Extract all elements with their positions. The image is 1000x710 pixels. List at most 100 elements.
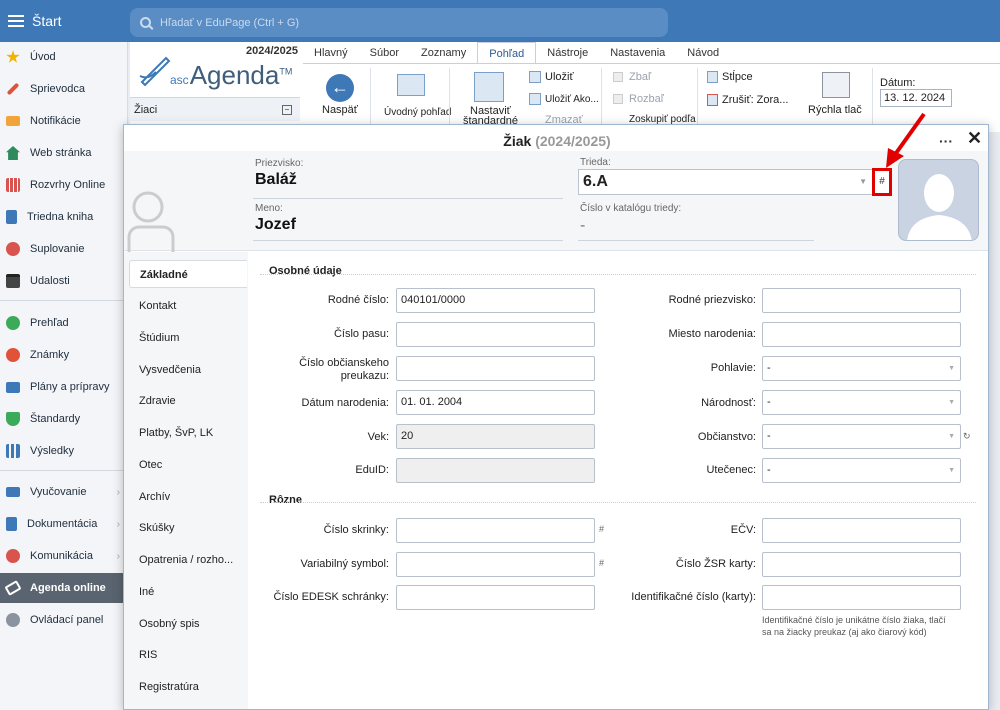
- sidebar-item-standardy[interactable]: Štandardy: [0, 404, 124, 434]
- tab-otec[interactable]: Otec: [129, 451, 247, 479]
- more-options-icon[interactable]: ···: [939, 133, 953, 149]
- name-value[interactable]: Jozef: [255, 216, 296, 234]
- refresh-icon[interactable]: ↻: [963, 431, 971, 442]
- search-placeholder: Hľadať v EduPage (Ctrl + G): [160, 16, 300, 29]
- ribbon-separator: [601, 68, 602, 126]
- sidebar-item-udalosti[interactable]: Udalosti: [0, 266, 124, 296]
- sidebar-item-vyucovanie[interactable]: Vyučovanie ›: [0, 477, 124, 507]
- sidebar-item-vysledky[interactable]: Výsledky: [0, 436, 124, 466]
- narodnost-select[interactable]: -: [762, 390, 961, 415]
- edesk-input[interactable]: [396, 585, 595, 610]
- tab-hlavny[interactable]: Hlavný: [303, 42, 359, 64]
- miesto-narodenia-input[interactable]: [762, 322, 961, 347]
- save-button[interactable]: Uložiť: [545, 71, 574, 83]
- expand-all-icon: [613, 94, 623, 104]
- tab-ris[interactable]: RIS: [129, 641, 247, 669]
- hash-icon[interactable]: #: [599, 524, 604, 534]
- logo-text: ascAgendaTM: [170, 60, 293, 90]
- name-underline: [253, 240, 563, 241]
- tab-skusky[interactable]: Skúšky: [129, 514, 247, 542]
- sidebar-item-ovladaci-panel[interactable]: Ovládací panel: [0, 605, 124, 635]
- collapse-button[interactable]: Zbaľ: [629, 71, 651, 83]
- gear-icon: [6, 613, 20, 627]
- tab-zakladne[interactable]: Základné: [129, 260, 247, 288]
- start-button[interactable]: Štart: [0, 0, 128, 42]
- tab-registratura[interactable]: Registratúra: [129, 673, 247, 701]
- expand-button[interactable]: Rozbaľ: [629, 93, 664, 105]
- ribbon-separator: [697, 68, 698, 126]
- sidebar-item-suplovanie[interactable]: Suplovanie: [0, 234, 124, 264]
- skrinka-input[interactable]: [396, 518, 595, 543]
- user-icon: [6, 242, 20, 256]
- variabilny-input[interactable]: [396, 552, 595, 577]
- rodne-priezvisko-input[interactable]: [762, 288, 961, 313]
- quick-print-button[interactable]: Rýchla tlač: [808, 104, 862, 116]
- tab-ine[interactable]: Iné: [129, 578, 247, 606]
- chevron-right-icon: ›: [116, 518, 120, 530]
- sidebar-item-web[interactable]: Web stránka: [0, 138, 124, 168]
- vek-input: 20: [396, 424, 595, 449]
- bars-icon: [6, 444, 20, 458]
- tab-zoznamy[interactable]: Zoznamy: [410, 42, 477, 64]
- utecenec-label: Utečenec:: [706, 464, 756, 476]
- home-view-button[interactable]: Úvodný pohľad: [384, 107, 451, 118]
- tab-opatrenia[interactable]: Opatrenia / rozho...: [129, 546, 247, 574]
- cislo-pasu-input[interactable]: [396, 322, 595, 347]
- back-arrow-icon[interactable]: ←: [326, 74, 354, 102]
- sidebar-item-komunikacia[interactable]: Komunikácia ›: [0, 541, 124, 571]
- class-number-button[interactable]: #: [872, 168, 892, 196]
- rodne-cislo-input[interactable]: 040101/0000: [396, 288, 595, 313]
- eduid-input: [396, 458, 595, 483]
- utecenec-select[interactable]: -: [762, 458, 961, 483]
- tab-zdravie[interactable]: Zdravie: [129, 387, 247, 415]
- sidebar-item-triedna-kniha[interactable]: Triedna kniha: [0, 202, 124, 232]
- sidebar-item-uvod[interactable]: Úvod: [0, 42, 124, 72]
- home-icon: [6, 146, 20, 160]
- ecv-input[interactable]: [762, 518, 961, 543]
- sidebar-item-notifikacie[interactable]: Notifikácie: [0, 106, 124, 136]
- class-select[interactable]: 6.A ▼: [578, 169, 874, 195]
- sidebar-item-agenda-online[interactable]: Agenda online: [0, 573, 124, 603]
- tab-kontakt[interactable]: Kontakt: [129, 292, 247, 320]
- sidebar-item-sprievodca[interactable]: Sprievodca: [0, 74, 124, 104]
- tab-subor[interactable]: Súbor: [359, 42, 410, 64]
- sidebar-item-prehlad[interactable]: Prehľad: [0, 308, 124, 338]
- close-icon[interactable]: ✕: [967, 128, 982, 149]
- tab-nastavenia[interactable]: Nastavenia: [599, 42, 676, 64]
- datum-narodenia-input[interactable]: 01. 01. 2004: [396, 390, 595, 415]
- save-as-button[interactable]: Uložiť Ako...: [545, 94, 599, 105]
- collapse-icon[interactable]: −: [282, 104, 292, 115]
- date-input[interactable]: 13. 12. 2024: [880, 89, 952, 107]
- surname-value[interactable]: Baláž: [255, 171, 297, 189]
- cislo-op-input[interactable]: [396, 356, 595, 381]
- student-photo[interactable]: [898, 159, 979, 241]
- sidebar-item-dokumentacia[interactable]: Dokumentácia ›: [0, 509, 124, 539]
- tab-platby[interactable]: Platby, ŠvP, LK: [129, 419, 247, 447]
- briefcase-icon: [6, 381, 20, 393]
- tab-archiv[interactable]: Archív: [129, 483, 247, 511]
- catalog-value[interactable]: -: [580, 217, 585, 235]
- tab-navod[interactable]: Návod: [676, 42, 730, 64]
- tab-nastroje[interactable]: Nástroje: [536, 42, 599, 64]
- zsr-input[interactable]: [762, 552, 961, 577]
- cislo-pasu-label: Číslo pasu:: [333, 328, 389, 340]
- tab-vysvedcenia[interactable]: Vysvedčenia: [129, 356, 247, 384]
- sidebar-item-znamky[interactable]: Známky: [0, 340, 124, 370]
- search-input[interactable]: Hľadať v EduPage (Ctrl + G): [130, 8, 668, 37]
- pohlavie-select[interactable]: -: [762, 356, 961, 381]
- obcianstvo-select[interactable]: -: [762, 424, 961, 449]
- surname-underline: [253, 198, 563, 199]
- columns-button[interactable]: Stĺpce: [722, 71, 753, 83]
- catalog-underline: [578, 240, 814, 241]
- cancel-sort-button[interactable]: Zrušiť: Zora...: [722, 94, 788, 106]
- search-icon: [140, 17, 151, 28]
- book-icon: [6, 210, 17, 224]
- sidebar-item-plany[interactable]: Plány a prípravy: [0, 372, 124, 402]
- hash-icon[interactable]: #: [599, 558, 604, 568]
- back-button-label[interactable]: Naspäť: [322, 104, 358, 116]
- tab-pohlad[interactable]: Pohľad: [477, 42, 537, 64]
- sidebar-item-rozvrhy[interactable]: Rozvrhy Online: [0, 170, 124, 200]
- tab-studium[interactable]: Štúdium: [129, 324, 247, 352]
- tab-osobny-spis[interactable]: Osobný spis: [129, 610, 247, 638]
- ident-input[interactable]: [762, 585, 961, 610]
